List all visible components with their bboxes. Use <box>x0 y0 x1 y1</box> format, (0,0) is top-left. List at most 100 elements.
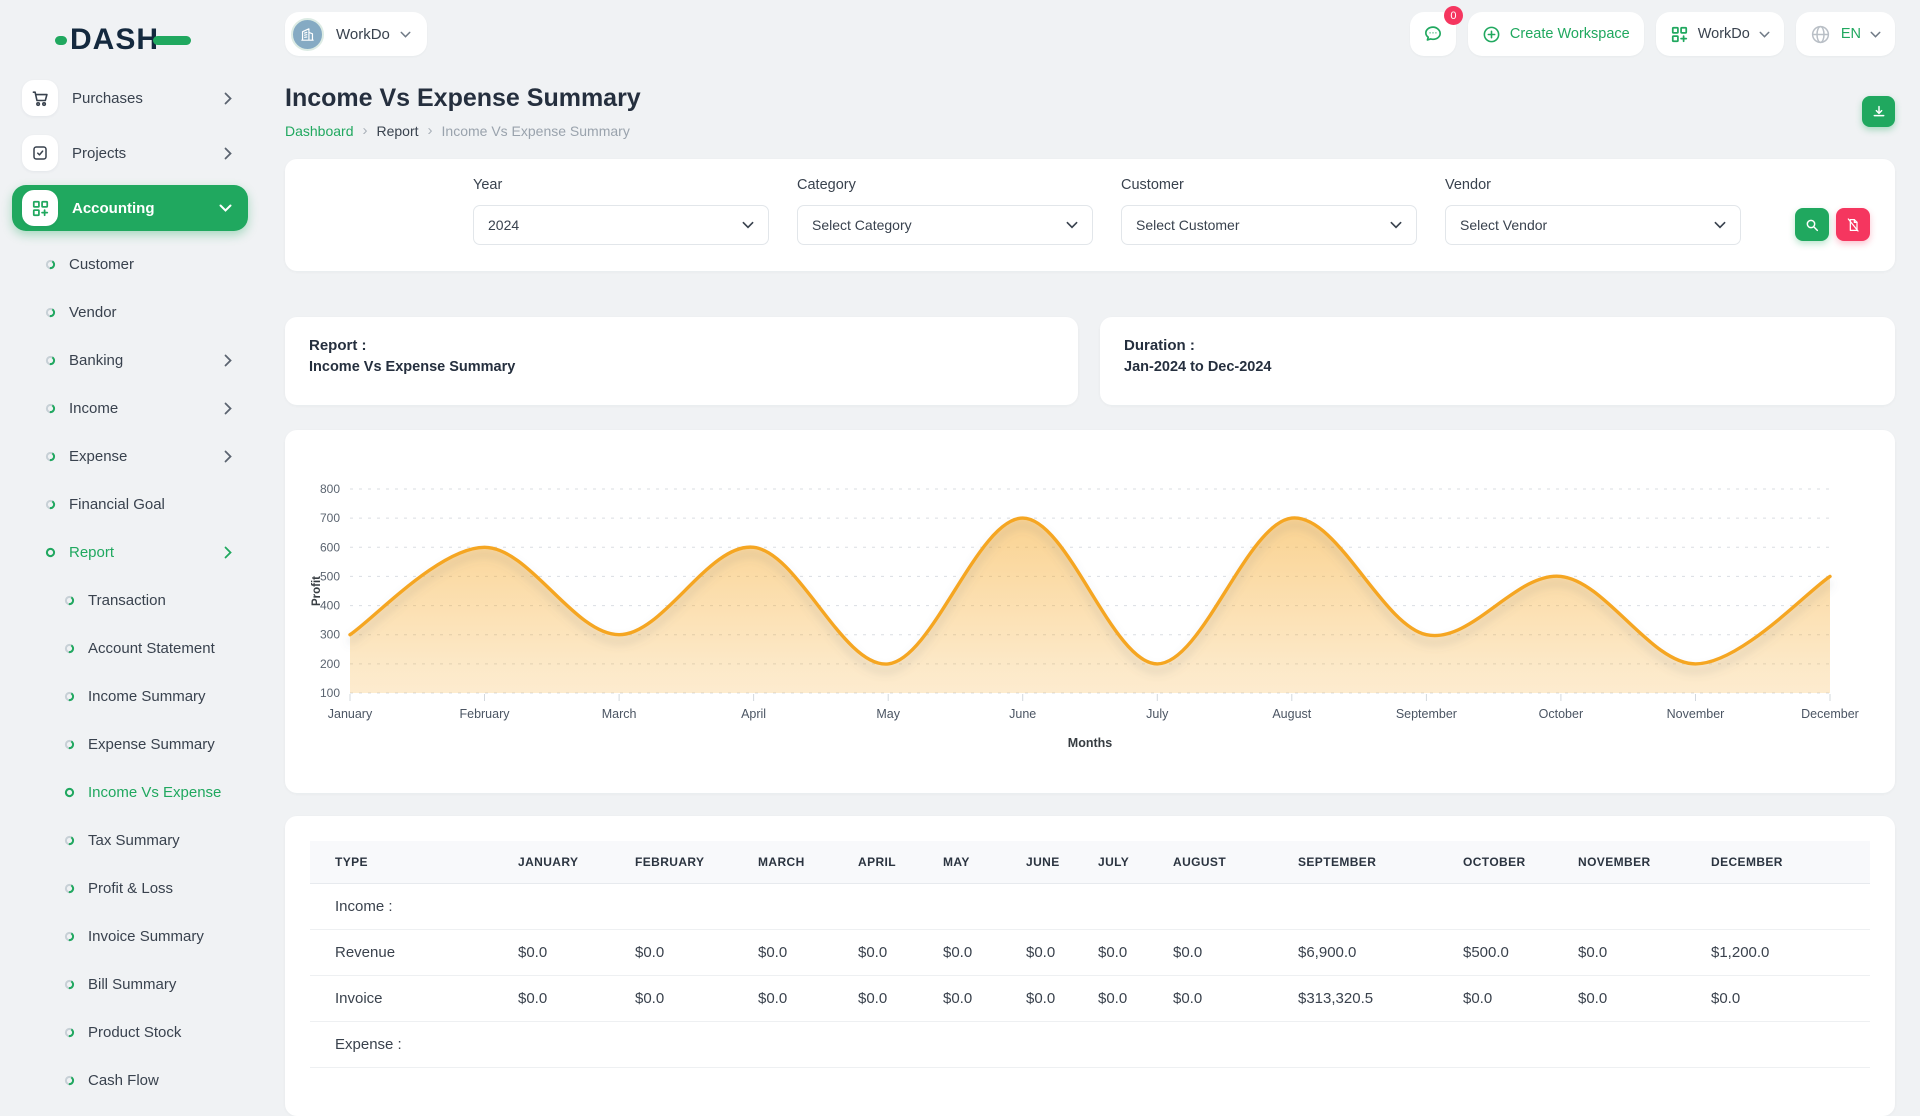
sidebar-item-tax-summary[interactable]: Tax Summary <box>0 816 260 864</box>
sidebar-item-label: Report <box>69 544 114 561</box>
x-axis-label: August <box>1272 707 1311 721</box>
workdo-menu-button[interactable]: WorkDo <box>1656 12 1784 56</box>
bullet-icon <box>64 787 75 798</box>
y-axis-tick-label: 700 <box>320 511 340 525</box>
report-summary-card: Report : Income Vs Expense Summary <box>285 317 1078 405</box>
sidebar-item-cash-flow[interactable]: Cash Flow <box>0 1056 260 1104</box>
messages-button[interactable]: 0 <box>1410 12 1456 56</box>
row-value-cell: $0.0 <box>627 976 750 1022</box>
plus-circle-icon <box>1482 25 1501 44</box>
breadcrumb-dashboard-link[interactable]: Dashboard <box>285 123 354 139</box>
bullet-icon <box>64 979 75 990</box>
duration-card-title: Duration : <box>1124 337 1871 354</box>
category-select[interactable]: Select Category <box>797 205 1093 245</box>
bullet-icon <box>64 691 75 702</box>
income-expense-table-card: TYPEJANUARYFEBRUARYMARCHAPRILMAYJUNEJULY… <box>285 816 1895 1116</box>
table-column-header: AUGUST <box>1165 841 1290 884</box>
income-expense-table: TYPEJANUARYFEBRUARYMARCHAPRILMAYJUNEJULY… <box>310 841 1870 1068</box>
bullet-icon <box>64 739 75 750</box>
sidebar-item-bill-summary[interactable]: Bill Summary <box>0 960 260 1008</box>
reset-filter-button[interactable] <box>1836 208 1870 241</box>
workspace-avatar <box>291 18 324 51</box>
year-select[interactable]: 2024 <box>473 205 769 245</box>
search-icon <box>1804 217 1820 233</box>
language-selector[interactable]: EN <box>1796 12 1895 56</box>
row-value-cell: $0.0 <box>510 976 627 1022</box>
table-column-header: TYPE <box>310 841 510 884</box>
row-value-cell: $0.0 <box>1018 930 1090 976</box>
summary-cards: Report : Income Vs Expense Summary Durat… <box>285 317 1895 405</box>
row-value-cell: $6,900.0 <box>1290 930 1455 976</box>
row-value-cell: $0.0 <box>850 976 935 1022</box>
logo-dash-icon <box>153 36 191 45</box>
bullet-icon <box>45 307 56 318</box>
row-value-cell: $0.0 <box>1570 930 1703 976</box>
row-value-cell: $313,320.5 <box>1290 976 1455 1022</box>
sidebar-item-income-summary[interactable]: Income Summary <box>0 672 260 720</box>
sidebar-item-financial-goal[interactable]: Financial Goal <box>0 480 260 528</box>
bullet-icon <box>64 595 75 606</box>
sidebar-item-purchases[interactable]: Purchases <box>12 75 248 121</box>
x-axis-label: September <box>1396 707 1457 721</box>
sidebar-item-profit-loss[interactable]: Profit & Loss <box>0 864 260 912</box>
sidebar-item-label: Transaction <box>88 592 166 609</box>
sidebar-item-accounting[interactable]: Accounting <box>12 185 248 231</box>
row-value-cell: $0.0 <box>627 930 750 976</box>
filter-year: Year 2024 <box>473 177 769 245</box>
x-axis-label: February <box>459 707 510 721</box>
year-label: Year <box>473 177 769 193</box>
sidebar-item-label: Bill Summary <box>88 976 176 993</box>
table-body: Income :Revenue$0.0$0.0$0.0$0.0$0.0$0.0$… <box>310 884 1870 1068</box>
bullet-icon <box>45 451 56 462</box>
sidebar-item-income[interactable]: Income <box>0 384 260 432</box>
y-axis-tick-label: 500 <box>320 569 340 583</box>
grid-plus-icon <box>1670 25 1689 44</box>
chevron-down-icon <box>1390 221 1402 229</box>
row-type-label: Revenue <box>310 930 510 976</box>
sidebar-item-customer[interactable]: Customer <box>0 240 260 288</box>
x-axis-label: December <box>1801 707 1859 721</box>
app-logo[interactable]: DASH <box>0 0 260 58</box>
sidebar-item-banking[interactable]: Banking <box>0 336 260 384</box>
sidebar-item-invoice-summary[interactable]: Invoice Summary <box>0 912 260 960</box>
filter-vendor: Vendor Select Vendor <box>1445 177 1741 245</box>
table-column-header: JUNE <box>1018 841 1090 884</box>
create-workspace-button[interactable]: Create Workspace <box>1468 12 1644 56</box>
breadcrumb-separator: › <box>428 122 433 139</box>
download-report-button[interactable] <box>1862 96 1895 127</box>
sidebar-item-label: Banking <box>69 352 123 369</box>
sidebar-item-transaction[interactable]: Transaction <box>0 576 260 624</box>
x-axis-label: October <box>1539 707 1583 721</box>
sidebar-item-expense-summary[interactable]: Expense Summary <box>0 720 260 768</box>
sidebar-item-vendor[interactable]: Vendor <box>0 288 260 336</box>
customer-select[interactable]: Select Customer <box>1121 205 1417 245</box>
sidebar-item-label: Product Stock <box>88 1024 181 1041</box>
table-group-row: Income : <box>310 884 1870 930</box>
sidebar-item-label: Income <box>69 400 118 417</box>
report-card-value: Income Vs Expense Summary <box>309 359 1054 375</box>
bullet-icon <box>64 1027 75 1038</box>
row-value-cell: $0.0 <box>1165 976 1290 1022</box>
bullet-icon <box>45 499 56 510</box>
cart-icon <box>22 80 58 116</box>
sidebar-item-projects[interactable]: Projects <box>12 130 248 176</box>
row-value-cell: $0.0 <box>850 930 935 976</box>
sidebar-item-expense[interactable]: Expense <box>0 432 260 480</box>
sidebar-item-account-statement[interactable]: Account Statement <box>0 624 260 672</box>
sidebar-item-report[interactable]: Report <box>0 528 260 576</box>
year-select-value: 2024 <box>488 217 519 233</box>
topbar-actions: 0 Create Workspace WorkDo EN <box>1410 12 1895 56</box>
breadcrumb-report-link[interactable]: Report <box>377 123 419 139</box>
sidebar-item-product-stock[interactable]: Product Stock <box>0 1008 260 1056</box>
sidebar-item-label: Purchases <box>72 90 143 107</box>
customer-label: Customer <box>1121 177 1417 193</box>
sidebar-item-label: Vendor <box>69 304 117 321</box>
filter-actions <box>1795 208 1870 241</box>
vendor-select[interactable]: Select Vendor <box>1445 205 1741 245</box>
sidebar-item-income-vs-expense[interactable]: Income Vs Expense <box>0 768 260 816</box>
workspace-switcher[interactable]: WorkDo <box>285 12 427 56</box>
apply-filter-button[interactable] <box>1795 208 1829 241</box>
x-axis-label: March <box>602 707 637 721</box>
duration-summary-card: Duration : Jan-2024 to Dec-2024 <box>1100 317 1895 405</box>
x-axis-label: June <box>1009 707 1036 721</box>
